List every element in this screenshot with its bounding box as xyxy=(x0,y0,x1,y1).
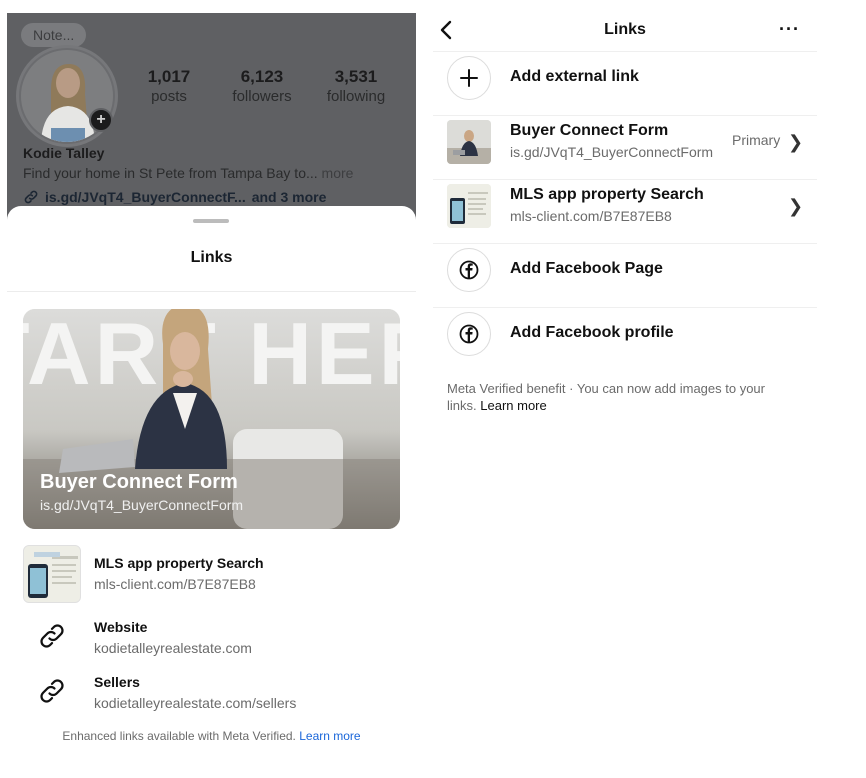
list-item-title: MLS app property Search xyxy=(94,555,264,571)
link-icon xyxy=(24,190,38,204)
profile-link-extra: and 3 more xyxy=(251,189,327,205)
profile-bio-text: Find your home in St Pete from Tampa Bay… xyxy=(23,165,318,181)
divider xyxy=(7,291,416,292)
list-item-url: kodietalleyrealestate.com xyxy=(94,640,252,656)
footer-text: Enhanced links available with Meta Verif… xyxy=(62,729,296,743)
mls-thumbnail xyxy=(23,545,81,603)
link-title: MLS app property Search xyxy=(510,186,704,203)
link-row-buyer-connect[interactable]: Buyer Connect Form is.gd/JVqT4_BuyerConn… xyxy=(433,116,817,180)
facebook-icon xyxy=(447,312,491,356)
buyer-connect-thumbnail xyxy=(447,120,491,164)
link-url: is.gd/JVqT4_BuyerConnectForm xyxy=(510,144,714,160)
chevron-right-icon: ❯ xyxy=(788,132,804,152)
profile-link-text: is.gd/JVqT4_BuyerConnectF... xyxy=(45,189,246,205)
stat-following-value: 3,531 xyxy=(334,67,378,86)
hero-title: Buyer Connect Form xyxy=(40,471,238,493)
mls-thumbnail xyxy=(447,184,491,228)
plus-icon xyxy=(447,56,491,100)
link-icon xyxy=(40,624,64,648)
facebook-icon xyxy=(447,248,491,292)
profile-link[interactable]: is.gd/JVqT4_BuyerConnectF... and 3 more xyxy=(23,189,326,205)
link-row-mls[interactable]: MLS app property Search mls-client.com/B… xyxy=(433,180,817,244)
sheet-title: Links xyxy=(190,249,233,266)
stat-followers-value: 6,123 xyxy=(240,67,284,86)
profile-name: Kodie Talley xyxy=(23,145,105,161)
learn-more-link[interactable]: Learn more xyxy=(299,729,360,743)
page-title: Links xyxy=(604,21,646,38)
list-item-url: kodietalleyrealestate.com/sellers xyxy=(94,695,297,711)
profile-header-dimmed: Note... + 1,017 posts 6,123 followers 3,… xyxy=(7,13,416,233)
header-bar: Links ··· xyxy=(433,13,817,52)
hero-image: START HERE xyxy=(23,309,400,529)
stat-followers[interactable]: 6,123 followers xyxy=(217,67,307,105)
chevron-right-icon: ❯ xyxy=(788,196,804,216)
more-options-icon[interactable]: ··· xyxy=(779,19,800,40)
stat-posts-label: posts xyxy=(151,88,187,105)
sheet-grabber[interactable] xyxy=(193,219,229,223)
meta-verified-benefit-note: Meta Verified benefit · You can now add … xyxy=(447,380,797,414)
link-title: Buyer Connect Form xyxy=(510,122,669,139)
note-bubble[interactable]: Note... xyxy=(21,23,87,47)
primary-badge: Primary xyxy=(732,132,781,148)
add-facebook-page-row[interactable]: Add Facebook Page xyxy=(433,244,817,308)
stat-following-label: following xyxy=(326,88,386,105)
stat-posts-value: 1,017 xyxy=(147,67,191,86)
add-facebook-profile-label: Add Facebook profile xyxy=(510,324,674,341)
links-settings-screen: Links ··· Add external link Buyer Connec… xyxy=(433,13,817,778)
list-item-title: Website xyxy=(94,619,148,635)
link-icon xyxy=(40,679,64,703)
list-item-website[interactable]: Website kodietalleyrealestate.com xyxy=(23,609,403,665)
add-facebook-page-label: Add Facebook Page xyxy=(510,260,663,277)
add-external-link-row[interactable]: Add external link xyxy=(433,52,817,116)
meta-verified-footer: Enhanced links available with Meta Verif… xyxy=(7,729,416,743)
add-story-icon[interactable]: + xyxy=(89,108,113,132)
profile-links-sheet-screen: Note... + 1,017 posts 6,123 followers 3,… xyxy=(7,13,416,778)
add-facebook-profile-row[interactable]: Add Facebook profile xyxy=(433,308,817,372)
benefit-heading: Meta Verified benefit xyxy=(447,381,566,396)
stat-followers-label: followers xyxy=(232,88,292,105)
link-url: mls-client.com/B7E87EB8 xyxy=(510,208,672,224)
list-item-url: mls-client.com/B7E87EB8 xyxy=(94,576,256,592)
list-item-mls[interactable]: MLS app property Search mls-client.com/B… xyxy=(23,545,403,603)
add-external-link-label: Add external link xyxy=(510,68,639,85)
learn-more-link[interactable]: Learn more xyxy=(480,398,546,413)
hero-banner-text: START HERE xyxy=(23,309,400,403)
hero-url: is.gd/JVqT4_BuyerConnectForm xyxy=(40,497,244,513)
list-item-sellers[interactable]: Sellers kodietalleyrealestate.com/seller… xyxy=(23,664,403,720)
profile-bio: Find your home in St Pete from Tampa Bay… xyxy=(23,165,353,181)
links-bottom-sheet: Links START HERE xyxy=(7,206,416,778)
stat-posts[interactable]: 1,017 posts xyxy=(124,67,214,105)
hero-link-card[interactable]: START HERE Buyer Connect Form is.gd/JVqT… xyxy=(23,309,400,529)
stat-following[interactable]: 3,531 following xyxy=(311,67,401,105)
list-item-title: Sellers xyxy=(94,674,140,690)
bio-more-link[interactable]: more xyxy=(322,165,354,181)
